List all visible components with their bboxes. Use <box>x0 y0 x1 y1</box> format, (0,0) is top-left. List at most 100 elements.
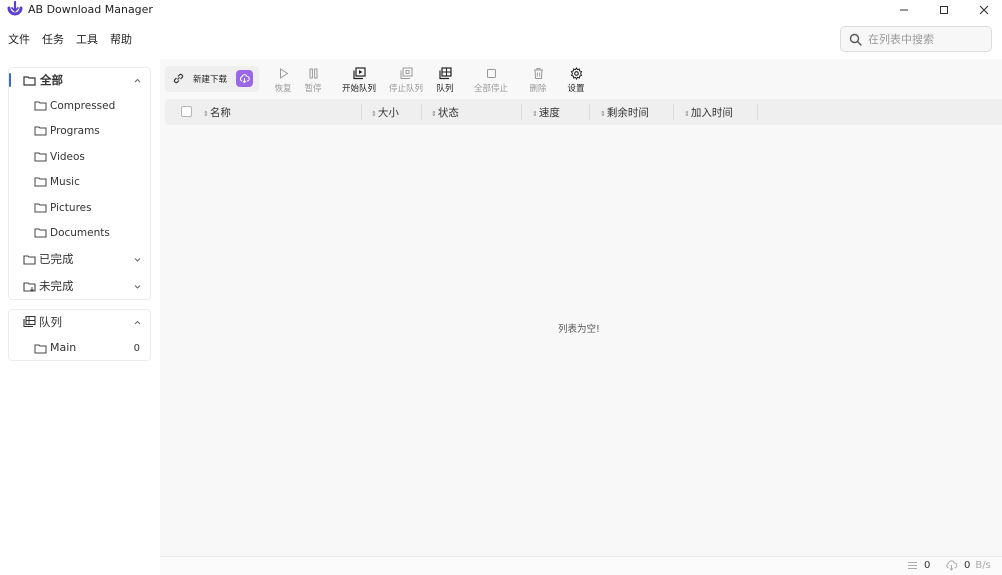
sidebar-item-unfinished[interactable]: 未完成 <box>9 275 150 297</box>
delete-button[interactable]: 删除 <box>527 66 549 96</box>
sidebar-item-label: Videos <box>50 151 85 163</box>
stop-queue-label: 停止队列 <box>388 84 423 94</box>
resume-button[interactable]: 恢复 <box>272 66 294 96</box>
column-divider[interactable] <box>421 104 422 120</box>
column-header-status[interactable]: ⇕状态 <box>431 105 459 120</box>
stop-all-button[interactable]: 全部停止 <box>472 66 510 96</box>
queue-panel: 队列 Main 0 <box>8 309 151 361</box>
folder-icon <box>23 76 36 86</box>
sidebar-item-label: 全部 <box>40 73 63 87</box>
folder-icon <box>34 126 47 136</box>
new-download-button[interactable]: 新建下载 <box>165 66 259 92</box>
sidebar-item-videos[interactable]: Videos <box>9 145 150 167</box>
sidebar-item-finished[interactable]: 已完成 <box>9 248 150 270</box>
start-queue-label: 开始队列 <box>341 84 376 94</box>
chevron-up-icon[interactable] <box>133 318 142 327</box>
column-header-time-left[interactable]: ⇕剩余时间 <box>600 105 649 120</box>
queue-count: 0 <box>133 343 140 354</box>
pause-button[interactable]: 暂停 <box>302 66 324 96</box>
sidebar-item-music[interactable]: Music <box>9 170 150 192</box>
chevron-up-icon[interactable] <box>133 76 142 85</box>
column-divider[interactable] <box>589 104 590 120</box>
column-label: 速度 <box>538 107 560 119</box>
sidebar-item-queues[interactable]: 队列 <box>9 311 150 333</box>
delete-label: 删除 <box>529 84 547 94</box>
speed-status: 0 B/s <box>945 560 991 571</box>
minimize-icon <box>900 9 908 11</box>
maximize-icon <box>940 6 948 14</box>
app-logo-icon <box>7 1 23 16</box>
list-icon <box>908 562 917 569</box>
queue-label: 队列 <box>436 84 454 94</box>
column-divider[interactable] <box>757 104 758 120</box>
new-download-label: 新建下载 <box>193 75 228 85</box>
column-header-name[interactable]: ⇕名称 <box>203 105 231 120</box>
column-header-speed[interactable]: ⇕速度 <box>532 105 560 120</box>
stop-queue-icon <box>400 67 412 79</box>
minimize-button[interactable] <box>884 0 924 20</box>
link-icon <box>173 73 184 84</box>
settings-button[interactable]: 设置 <box>565 66 587 96</box>
main-panel <box>160 59 1002 575</box>
sidebar-item-all[interactable]: 全部 <box>9 69 150 91</box>
menu-help[interactable]: 帮助 <box>110 31 132 49</box>
column-divider[interactable] <box>361 104 362 120</box>
column-header-date-added[interactable]: ⇕加入时间 <box>684 105 733 120</box>
speed-value: 0 <box>964 560 971 571</box>
resume-label: 恢复 <box>274 84 292 94</box>
column-label: 剩余时间 <box>606 107 649 119</box>
menu-tools[interactable]: 工具 <box>76 31 98 49</box>
active-indicator <box>9 73 11 87</box>
column-label: 加入时间 <box>690 107 733 119</box>
stop-queue-button[interactable]: 停止队列 <box>387 66 425 96</box>
menu-tasks[interactable]: 任务 <box>42 31 64 49</box>
sidebar-item-queue-main[interactable]: Main 0 <box>9 337 150 359</box>
search-input[interactable] <box>868 32 988 46</box>
column-divider[interactable] <box>673 104 674 120</box>
folder-icon <box>34 228 47 238</box>
gear-icon <box>570 67 582 80</box>
play-icon <box>279 68 288 79</box>
pause-icon <box>309 68 317 79</box>
column-label: 名称 <box>209 107 231 119</box>
queue-icon <box>23 316 36 327</box>
chevron-down-icon[interactable] <box>133 282 142 291</box>
cloud-download-icon <box>946 560 958 571</box>
start-queue-button[interactable]: 开始队列 <box>340 66 378 96</box>
trash-icon <box>533 68 543 79</box>
cloud-download-icon <box>240 74 250 84</box>
column-header-size[interactable]: ⇕大小 <box>371 105 399 120</box>
sidebar-item-label: Music <box>50 176 80 188</box>
close-icon <box>979 5 989 15</box>
folder-icon <box>34 152 47 162</box>
cloud-download-button[interactable] <box>236 70 253 87</box>
table-header: ⇕名称 ⇕大小 ⇕状态 ⇕速度 ⇕剩余时间 ⇕加入时间 <box>165 99 1002 125</box>
stop-icon <box>486 69 496 78</box>
settings-label: 设置 <box>567 84 585 94</box>
maximize-button[interactable] <box>924 0 964 20</box>
sort-icon: ⇕ <box>203 110 209 118</box>
sidebar-item-label: Main <box>50 341 77 354</box>
menu-file[interactable]: 文件 <box>8 31 30 49</box>
sidebar-item-pictures[interactable]: Pictures <box>9 196 150 218</box>
column-divider[interactable] <box>521 104 522 120</box>
chevron-down-icon[interactable] <box>133 255 142 264</box>
search-box[interactable] <box>840 26 992 52</box>
folder-icon <box>34 177 47 187</box>
sidebar-item-label: 队列 <box>39 315 62 329</box>
select-all-checkbox[interactable] <box>181 106 192 117</box>
close-button[interactable] <box>964 0 1002 20</box>
start-queue-icon <box>352 67 366 80</box>
folder-check-icon <box>23 255 36 265</box>
queue-button[interactable]: 队列 <box>434 66 456 96</box>
column-label: 状态 <box>437 107 459 119</box>
sidebar-item-programs[interactable]: Programs <box>9 119 150 141</box>
menu-bar: 文件 任务 工具 帮助 <box>8 31 144 49</box>
folder-icon <box>34 203 47 213</box>
sidebar-item-documents[interactable]: Documents <box>9 221 150 243</box>
active-count: 0 <box>924 560 931 571</box>
column-label: 大小 <box>377 107 399 119</box>
search-icon <box>849 33 862 46</box>
sidebar-item-compressed[interactable]: Compressed <box>9 94 150 116</box>
folder-icon <box>34 101 47 111</box>
